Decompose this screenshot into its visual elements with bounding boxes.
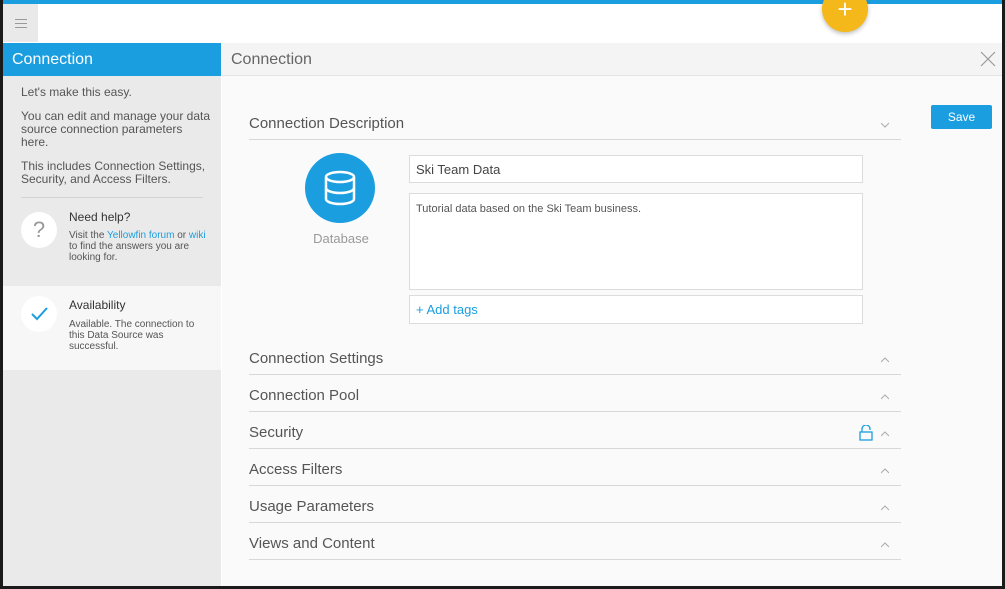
window-frame	[0, 0, 1005, 589]
